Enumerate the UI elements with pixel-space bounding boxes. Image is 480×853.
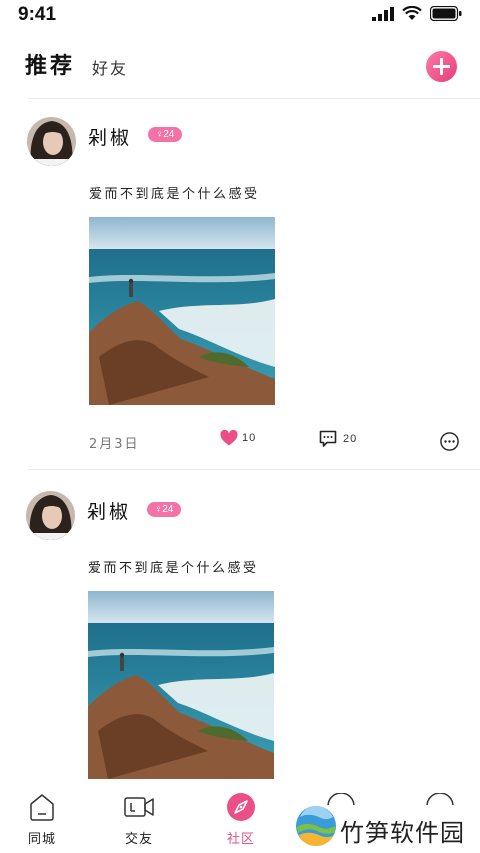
like-button[interactable]: 10 [220, 430, 256, 446]
header-divider [28, 98, 480, 99]
cellular-signal-icon [372, 6, 394, 21]
avatar-photo [26, 491, 75, 540]
battery-icon [430, 6, 462, 21]
watermark: 竹笋软件园 [295, 805, 480, 850]
post-content: 爱而不到底是个什么感受 [88, 561, 259, 576]
tab-friends[interactable]: 好友 [92, 55, 128, 79]
gender-age-badge: ♀24 [147, 502, 181, 517]
comment-count: 20 [343, 433, 358, 445]
seaside-cliff-image [89, 217, 275, 405]
watermark-text: 竹笋软件园 [340, 819, 465, 847]
add-post-button[interactable] [426, 51, 457, 82]
status-bar: 9:41 [0, 0, 480, 30]
status-time: 9:41 [18, 4, 57, 25]
tab-label: 同城 [27, 832, 56, 847]
post-date: 2月3日 [89, 437, 140, 452]
avatar[interactable] [26, 491, 75, 540]
username[interactable]: 剁椒 [87, 497, 131, 524]
gender-age-badge: ♀24 [148, 127, 182, 142]
home-icon [30, 794, 54, 821]
compass-icon [227, 793, 255, 821]
heart-icon [220, 430, 238, 446]
avatar[interactable] [27, 117, 76, 166]
tab-community[interactable]: 社区 [211, 792, 271, 847]
username[interactable]: 剁椒 [88, 123, 132, 150]
avatar-photo [27, 117, 76, 166]
post-content: 爱而不到底是个什么感受 [89, 187, 260, 202]
tab-recommend[interactable]: 推荐 [25, 48, 75, 80]
like-count: 10 [242, 432, 257, 444]
more-options-icon[interactable] [440, 432, 459, 451]
tab-make-friends[interactable]: 交友 [109, 792, 169, 847]
post-photo[interactable] [89, 217, 275, 405]
watermark-logo [296, 806, 336, 846]
tab-label: 社区 [226, 832, 255, 847]
post-meta: 2月3日 10 20 [0, 430, 480, 454]
comment-button[interactable]: 20 [319, 430, 357, 448]
post-photo[interactable] [88, 591, 274, 779]
seaside-cliff-image [88, 591, 274, 779]
video-call-icon [124, 797, 154, 817]
tab-label: 交友 [124, 832, 153, 847]
wifi-icon [402, 6, 422, 20]
post-divider [28, 469, 480, 470]
status-icons [372, 6, 462, 21]
comment-icon [319, 430, 337, 447]
feed-header: 推荐 好友 [0, 46, 480, 98]
tab-nearby[interactable]: 同城 [12, 792, 72, 847]
